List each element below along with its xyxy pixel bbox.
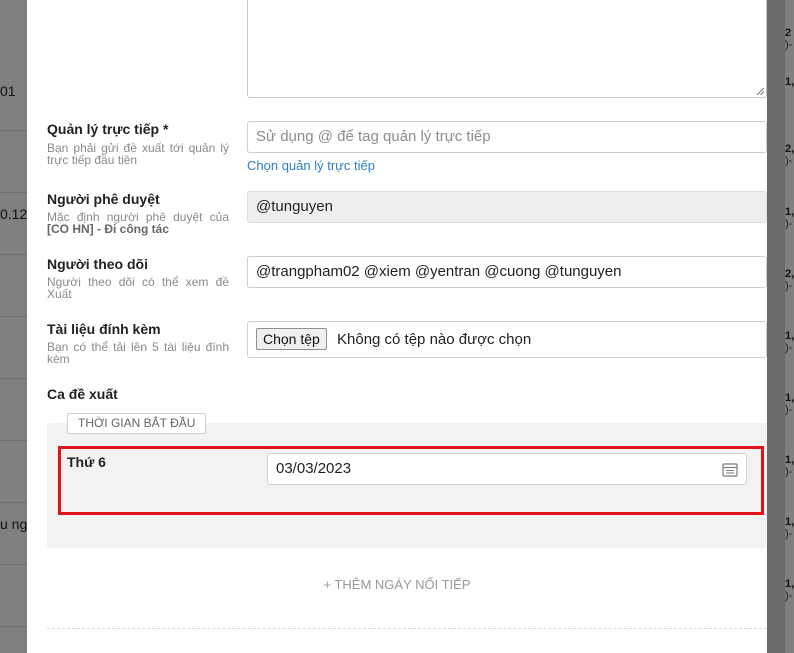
direct-manager-hint: Bạn phải gửi đề xuất tới quản lý trực ti… — [47, 141, 229, 167]
shift-label: Ca đề xuất — [47, 386, 118, 402]
background-text: 01 — [0, 83, 16, 99]
background-row-divider — [0, 440, 27, 441]
attachments-file-input: Chọn tệp Không có tệp nào được chọn — [247, 321, 767, 358]
attachments-hint: Bạn có thể tải lên 5 tài liệu đính kèm — [47, 340, 229, 366]
background-row-divider — [0, 502, 27, 503]
attachments-label: Tài liệu đính kèm — [47, 321, 161, 337]
choose-direct-manager-link[interactable]: Chọn quản lý trực tiếp — [247, 158, 375, 173]
choose-file-button[interactable]: Chọn tệp — [256, 328, 327, 350]
proposal-form-modal: Quản lý trực tiếp * Bạn phải gửi đề xuất… — [27, 0, 767, 653]
background-page-right: 2)- 1, 2,)- 1,)- 2,)- 1,)- 1,)- 1,)- 1,)… — [767, 0, 794, 653]
background-cell: 2,)- — [785, 268, 794, 292]
approver-hint: Mặc định người phê duyệt của [CO HN] - Đ… — [47, 210, 229, 236]
section-divider — [47, 628, 767, 629]
approver-label: Người phê duyệt — [47, 191, 160, 207]
highlight-annotation-box — [58, 446, 764, 515]
background-row-divider — [0, 316, 27, 317]
background-text: 0.12 — [0, 206, 27, 222]
background-row-divider — [0, 254, 27, 255]
background-cell: 1,)- — [785, 578, 794, 602]
background-cell: 1,)- — [785, 206, 794, 230]
background-cell: 1,)- — [785, 330, 794, 354]
start-time-badge: THỜI GIAN BẮT ĐẦU — [67, 413, 207, 434]
approver-field: @tunguyen — [247, 191, 767, 223]
background-cell: 1,)- — [785, 516, 794, 540]
background-text: u ngà — [0, 516, 27, 532]
background-scrollbar — [767, 0, 785, 653]
direct-manager-label: Quản lý trực tiếp * — [47, 121, 169, 137]
background-cell: 1, — [785, 76, 794, 88]
background-cell: 2)- — [785, 27, 793, 51]
file-status-text: Không có tệp nào được chọn — [337, 331, 532, 348]
background-cell: 1,)- — [785, 454, 794, 478]
background-page-left: 01 0.12 u ngà — [0, 0, 27, 653]
followers-hint: Người theo dõi có thể xem đề Xuất — [47, 275, 229, 301]
background-row-divider — [0, 378, 27, 379]
background-row-divider — [0, 192, 27, 193]
add-consecutive-day-button[interactable]: + THÊM NGÀY NỐI TIẾP — [27, 577, 767, 592]
background-cell: 2,)- — [785, 143, 794, 167]
followers-label: Người theo dõi — [47, 256, 148, 272]
background-row-divider — [0, 626, 27, 627]
followers-input[interactable]: @trangpham02 @xiem @yentran @cuong @tung… — [247, 256, 767, 288]
background-row-divider — [0, 130, 27, 131]
background-cell: 1,)- — [785, 392, 794, 416]
reason-textarea[interactable] — [247, 0, 767, 98]
background-row-divider — [0, 564, 27, 565]
resize-handle-icon[interactable] — [756, 87, 764, 95]
direct-manager-input[interactable]: Sử dụng @ để tag quản lý trực tiếp — [247, 121, 767, 153]
